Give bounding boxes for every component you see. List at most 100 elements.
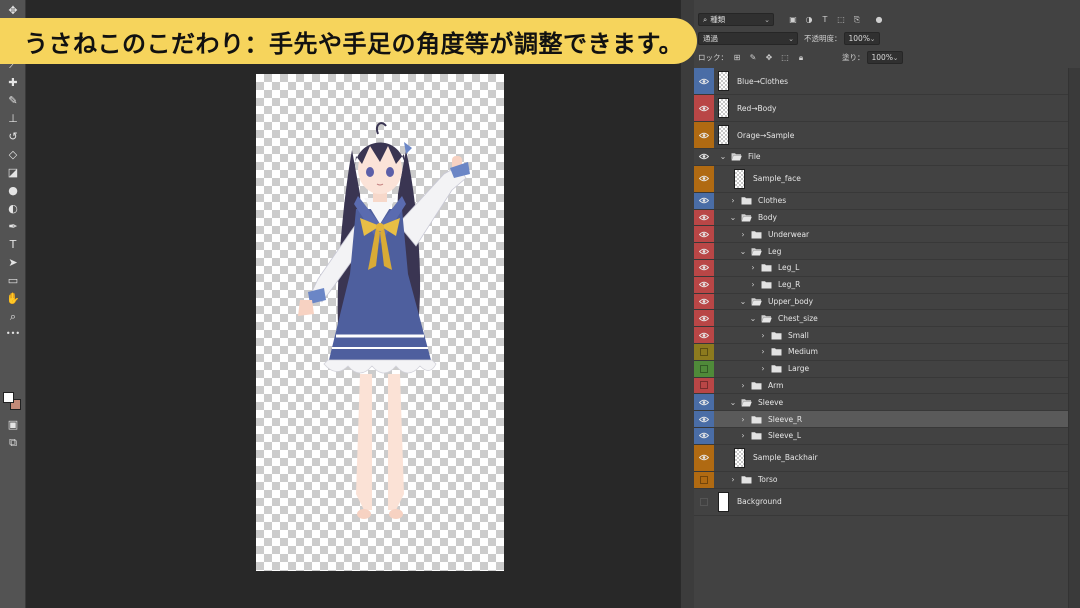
- visibility-eye-icon[interactable]: [694, 327, 714, 343]
- chevron-right-icon[interactable]: ›: [758, 347, 768, 356]
- layer-row[interactable]: ⌄Upper_body: [694, 294, 1068, 311]
- chevron-right-icon[interactable]: ›: [738, 381, 748, 390]
- fill-input[interactable]: 100% ⌄: [867, 51, 903, 64]
- visibility-eye-icon[interactable]: [694, 489, 714, 515]
- chevron-right-icon[interactable]: ›: [728, 475, 738, 484]
- chevron-right-icon[interactable]: ›: [728, 196, 738, 205]
- visibility-eye-icon[interactable]: [694, 226, 714, 242]
- layer-row[interactable]: Background: [694, 489, 1068, 516]
- visibility-eye-icon[interactable]: [694, 310, 714, 326]
- visibility-eye-icon[interactable]: [694, 294, 714, 310]
- foreground-color-swatch[interactable]: [3, 392, 14, 403]
- chevron-down-icon[interactable]: ⌄: [738, 297, 748, 306]
- screen-mode-icon[interactable]: ⧉: [3, 434, 23, 450]
- layer-row[interactable]: Sample_face: [694, 166, 1068, 193]
- caption-text: うさねこのこだわり：手先や手足の角度等が調整できます。: [24, 24, 683, 59]
- hand-tool-icon[interactable]: ✋: [3, 290, 23, 306]
- layer-row[interactable]: ›Clothes: [694, 193, 1068, 210]
- image-filter-icon[interactable]: ▣: [788, 15, 798, 25]
- type-tool-icon[interactable]: T: [3, 236, 23, 252]
- visibility-eye-icon[interactable]: [694, 472, 714, 488]
- document-canvas[interactable]: [256, 74, 504, 571]
- chevron-down-icon[interactable]: ⌄: [728, 213, 738, 222]
- visibility-eye-icon[interactable]: [694, 411, 714, 427]
- layers-scrollbar[interactable]: [1068, 68, 1080, 608]
- lock-image-icon[interactable]: ✎: [748, 53, 758, 63]
- layer-row[interactable]: Blue→Clothes: [694, 68, 1068, 95]
- filter-kind-select[interactable]: ⌕ 種類 ⌄: [698, 13, 774, 26]
- visibility-eye-icon[interactable]: [694, 277, 714, 293]
- chevron-down-icon[interactable]: ⌄: [748, 314, 758, 323]
- visibility-eye-icon[interactable]: [694, 344, 714, 360]
- filter-toggle-icon[interactable]: ●: [874, 15, 884, 25]
- layer-row[interactable]: ›Leg_R: [694, 277, 1068, 294]
- blend-mode-select[interactable]: 通過 ⌄: [698, 32, 798, 45]
- visibility-eye-icon[interactable]: [694, 445, 714, 471]
- layer-row[interactable]: ›Small: [694, 327, 1068, 344]
- rectangle-tool-icon[interactable]: ▭: [3, 272, 23, 288]
- lock-artboard-icon[interactable]: ⬚: [780, 53, 790, 63]
- chevron-right-icon[interactable]: ›: [758, 331, 768, 340]
- zoom-tool-icon[interactable]: ⌕: [3, 308, 23, 324]
- layer-row[interactable]: ›Torso: [694, 472, 1068, 489]
- chevron-right-icon[interactable]: ›: [748, 263, 758, 272]
- layer-row[interactable]: ›Medium: [694, 344, 1068, 361]
- type-filter-icon[interactable]: T: [820, 15, 830, 25]
- lock-transparent-icon[interactable]: ⊞: [732, 53, 742, 63]
- visibility-eye-icon[interactable]: [694, 95, 714, 121]
- adjustment-filter-icon[interactable]: ◑: [804, 15, 814, 25]
- layer-row[interactable]: ›Large: [694, 361, 1068, 378]
- smart-object-filter-icon[interactable]: ⎘: [852, 15, 862, 25]
- visibility-eye-icon[interactable]: [694, 166, 714, 192]
- layer-row[interactable]: ›Sleeve_L: [694, 428, 1068, 445]
- visibility-eye-icon[interactable]: [694, 378, 714, 394]
- layer-row[interactable]: Sample_Backhair: [694, 445, 1068, 472]
- move-tool-icon[interactable]: ✥: [3, 2, 23, 18]
- chevron-right-icon[interactable]: ›: [758, 364, 768, 373]
- quick-mask-icon[interactable]: ▣: [3, 416, 23, 432]
- shape-filter-icon[interactable]: ⬚: [836, 15, 846, 25]
- gradient-tool-icon[interactable]: ◪: [3, 164, 23, 180]
- chevron-right-icon[interactable]: ›: [738, 230, 748, 239]
- chevron-right-icon[interactable]: ›: [748, 280, 758, 289]
- blur-tool-icon[interactable]: ●: [3, 182, 23, 198]
- lock-position-icon[interactable]: ✥: [764, 53, 774, 63]
- layer-row[interactable]: ⌄Chest_size: [694, 310, 1068, 327]
- visibility-eye-icon[interactable]: [694, 361, 714, 377]
- chevron-right-icon[interactable]: ›: [738, 431, 748, 440]
- eraser-tool-icon[interactable]: ◇: [3, 146, 23, 162]
- more-tools-icon[interactable]: •••: [3, 326, 23, 342]
- layer-row[interactable]: ›Underwear: [694, 226, 1068, 243]
- visibility-eye-icon[interactable]: [694, 210, 714, 226]
- brush-tool-icon[interactable]: ✎: [3, 92, 23, 108]
- history-brush-tool-icon[interactable]: ↺: [3, 128, 23, 144]
- visibility-eye-icon[interactable]: [694, 122, 714, 148]
- layer-row[interactable]: Red→Body: [694, 95, 1068, 122]
- visibility-eye-icon[interactable]: [694, 193, 714, 209]
- layer-row[interactable]: Orage→Sample: [694, 122, 1068, 149]
- healing-tool-icon[interactable]: ✚: [3, 74, 23, 90]
- chevron-right-icon[interactable]: ›: [738, 415, 748, 424]
- visibility-eye-icon[interactable]: [694, 394, 714, 410]
- chevron-down-icon[interactable]: ⌄: [718, 152, 728, 161]
- visibility-eye-icon[interactable]: [694, 149, 714, 165]
- chevron-down-icon[interactable]: ⌄: [738, 247, 748, 256]
- path-select-tool-icon[interactable]: ➤: [3, 254, 23, 270]
- layer-row[interactable]: ›Sleeve_R: [694, 411, 1068, 428]
- stamp-tool-icon[interactable]: ⊥: [3, 110, 23, 126]
- pen-tool-icon[interactable]: ✒: [3, 218, 23, 234]
- opacity-input[interactable]: 100% ⌄: [844, 32, 880, 45]
- layer-row[interactable]: ⌄Body: [694, 210, 1068, 227]
- chevron-down-icon[interactable]: ⌄: [728, 398, 738, 407]
- visibility-eye-icon[interactable]: [694, 260, 714, 276]
- dodge-tool-icon[interactable]: ◐: [3, 200, 23, 216]
- visibility-eye-icon[interactable]: [694, 68, 714, 94]
- layer-row[interactable]: ›Leg_L: [694, 260, 1068, 277]
- lock-all-icon[interactable]: 🔒︎: [796, 53, 806, 63]
- layer-row[interactable]: ⌄Sleeve: [694, 394, 1068, 411]
- layer-row[interactable]: ›Arm: [694, 378, 1068, 395]
- visibility-eye-icon[interactable]: [694, 428, 714, 444]
- layer-row[interactable]: ⌄Leg: [694, 243, 1068, 260]
- layer-row[interactable]: ⌄File: [694, 149, 1068, 166]
- visibility-eye-icon[interactable]: [694, 243, 714, 259]
